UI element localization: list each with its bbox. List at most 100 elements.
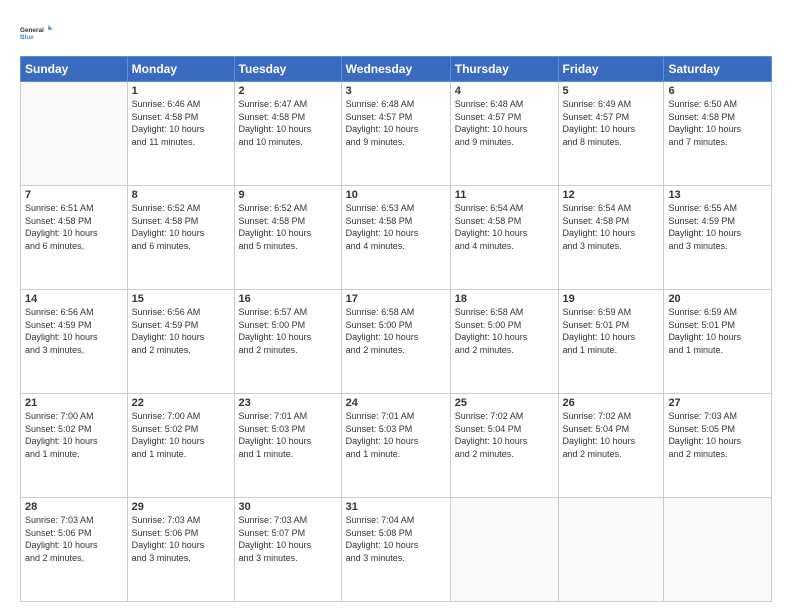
calendar-cell — [21, 82, 128, 186]
day-number: 3 — [346, 85, 446, 97]
day-number: 13 — [668, 189, 767, 201]
calendar-cell: 11Sunrise: 6:54 AM Sunset: 4:58 PM Dayli… — [450, 186, 558, 290]
day-info: Sunrise: 6:56 AM Sunset: 4:59 PM Dayligh… — [25, 306, 123, 356]
day-number: 5 — [563, 85, 660, 97]
day-number: 2 — [239, 85, 337, 97]
day-number: 26 — [563, 397, 660, 409]
calendar-cell: 8Sunrise: 6:52 AM Sunset: 4:58 PM Daylig… — [127, 186, 234, 290]
week-row-1: 7Sunrise: 6:51 AM Sunset: 4:58 PM Daylig… — [21, 186, 772, 290]
weekday-header-sunday: Sunday — [21, 57, 128, 82]
day-info: Sunrise: 6:59 AM Sunset: 5:01 PM Dayligh… — [563, 306, 660, 356]
calendar-cell: 28Sunrise: 7:03 AM Sunset: 5:06 PM Dayli… — [21, 498, 128, 602]
calendar-cell: 26Sunrise: 7:02 AM Sunset: 5:04 PM Dayli… — [558, 394, 664, 498]
day-number: 31 — [346, 501, 446, 513]
calendar-cell: 5Sunrise: 6:49 AM Sunset: 4:57 PM Daylig… — [558, 82, 664, 186]
day-info: Sunrise: 6:55 AM Sunset: 4:59 PM Dayligh… — [668, 202, 767, 252]
calendar-cell: 14Sunrise: 6:56 AM Sunset: 4:59 PM Dayli… — [21, 290, 128, 394]
day-info: Sunrise: 7:03 AM Sunset: 5:07 PM Dayligh… — [239, 514, 337, 564]
calendar-table: SundayMondayTuesdayWednesdayThursdayFrid… — [20, 56, 772, 602]
weekday-header-tuesday: Tuesday — [234, 57, 341, 82]
calendar-cell: 29Sunrise: 7:03 AM Sunset: 5:06 PM Dayli… — [127, 498, 234, 602]
day-info: Sunrise: 7:04 AM Sunset: 5:08 PM Dayligh… — [346, 514, 446, 564]
day-info: Sunrise: 6:54 AM Sunset: 4:58 PM Dayligh… — [455, 202, 554, 252]
calendar-cell — [558, 498, 664, 602]
week-row-0: 1Sunrise: 6:46 AM Sunset: 4:58 PM Daylig… — [21, 82, 772, 186]
day-info: Sunrise: 6:48 AM Sunset: 4:57 PM Dayligh… — [455, 98, 554, 148]
day-info: Sunrise: 6:56 AM Sunset: 4:59 PM Dayligh… — [132, 306, 230, 356]
week-row-3: 21Sunrise: 7:00 AM Sunset: 5:02 PM Dayli… — [21, 394, 772, 498]
day-info: Sunrise: 7:01 AM Sunset: 5:03 PM Dayligh… — [239, 410, 337, 460]
calendar-cell: 15Sunrise: 6:56 AM Sunset: 4:59 PM Dayli… — [127, 290, 234, 394]
logo-icon: General Blue — [20, 18, 52, 48]
day-number: 1 — [132, 85, 230, 97]
day-info: Sunrise: 6:51 AM Sunset: 4:58 PM Dayligh… — [25, 202, 123, 252]
day-number: 9 — [239, 189, 337, 201]
day-number: 30 — [239, 501, 337, 513]
calendar-cell — [664, 498, 772, 602]
weekday-header-row: SundayMondayTuesdayWednesdayThursdayFrid… — [21, 57, 772, 82]
day-info: Sunrise: 6:48 AM Sunset: 4:57 PM Dayligh… — [346, 98, 446, 148]
day-info: Sunrise: 7:00 AM Sunset: 5:02 PM Dayligh… — [132, 410, 230, 460]
day-info: Sunrise: 6:58 AM Sunset: 5:00 PM Dayligh… — [455, 306, 554, 356]
week-row-4: 28Sunrise: 7:03 AM Sunset: 5:06 PM Dayli… — [21, 498, 772, 602]
calendar-cell: 31Sunrise: 7:04 AM Sunset: 5:08 PM Dayli… — [341, 498, 450, 602]
day-info: Sunrise: 7:03 AM Sunset: 5:06 PM Dayligh… — [132, 514, 230, 564]
calendar-cell: 22Sunrise: 7:00 AM Sunset: 5:02 PM Dayli… — [127, 394, 234, 498]
day-info: Sunrise: 7:03 AM Sunset: 5:06 PM Dayligh… — [25, 514, 123, 564]
calendar-cell: 17Sunrise: 6:58 AM Sunset: 5:00 PM Dayli… — [341, 290, 450, 394]
calendar-cell: 23Sunrise: 7:01 AM Sunset: 5:03 PM Dayli… — [234, 394, 341, 498]
day-number: 29 — [132, 501, 230, 513]
day-number: 23 — [239, 397, 337, 409]
day-number: 25 — [455, 397, 554, 409]
calendar-cell: 21Sunrise: 7:00 AM Sunset: 5:02 PM Dayli… — [21, 394, 128, 498]
day-number: 14 — [25, 293, 123, 305]
day-info: Sunrise: 6:49 AM Sunset: 4:57 PM Dayligh… — [563, 98, 660, 148]
calendar-cell — [450, 498, 558, 602]
day-number: 10 — [346, 189, 446, 201]
day-info: Sunrise: 6:52 AM Sunset: 4:58 PM Dayligh… — [132, 202, 230, 252]
day-number: 21 — [25, 397, 123, 409]
day-number: 6 — [668, 85, 767, 97]
calendar-cell: 30Sunrise: 7:03 AM Sunset: 5:07 PM Dayli… — [234, 498, 341, 602]
day-number: 24 — [346, 397, 446, 409]
svg-text:Blue: Blue — [20, 34, 34, 41]
day-info: Sunrise: 6:53 AM Sunset: 4:58 PM Dayligh… — [346, 202, 446, 252]
day-info: Sunrise: 7:02 AM Sunset: 5:04 PM Dayligh… — [455, 410, 554, 460]
day-info: Sunrise: 7:03 AM Sunset: 5:05 PM Dayligh… — [668, 410, 767, 460]
day-number: 11 — [455, 189, 554, 201]
calendar-cell: 27Sunrise: 7:03 AM Sunset: 5:05 PM Dayli… — [664, 394, 772, 498]
day-info: Sunrise: 7:00 AM Sunset: 5:02 PM Dayligh… — [25, 410, 123, 460]
day-info: Sunrise: 6:52 AM Sunset: 4:58 PM Dayligh… — [239, 202, 337, 252]
calendar-cell: 24Sunrise: 7:01 AM Sunset: 5:03 PM Dayli… — [341, 394, 450, 498]
day-number: 12 — [563, 189, 660, 201]
calendar-cell: 2Sunrise: 6:47 AM Sunset: 4:58 PM Daylig… — [234, 82, 341, 186]
day-info: Sunrise: 6:54 AM Sunset: 4:58 PM Dayligh… — [563, 202, 660, 252]
day-number: 19 — [563, 293, 660, 305]
day-number: 28 — [25, 501, 123, 513]
week-row-2: 14Sunrise: 6:56 AM Sunset: 4:59 PM Dayli… — [21, 290, 772, 394]
day-info: Sunrise: 6:57 AM Sunset: 5:00 PM Dayligh… — [239, 306, 337, 356]
calendar-cell: 16Sunrise: 6:57 AM Sunset: 5:00 PM Dayli… — [234, 290, 341, 394]
logo: General Blue — [20, 18, 52, 48]
weekday-header-friday: Friday — [558, 57, 664, 82]
calendar-cell: 13Sunrise: 6:55 AM Sunset: 4:59 PM Dayli… — [664, 186, 772, 290]
calendar-cell: 1Sunrise: 6:46 AM Sunset: 4:58 PM Daylig… — [127, 82, 234, 186]
day-number: 27 — [668, 397, 767, 409]
calendar-cell: 6Sunrise: 6:50 AM Sunset: 4:58 PM Daylig… — [664, 82, 772, 186]
calendar-cell: 19Sunrise: 6:59 AM Sunset: 5:01 PM Dayli… — [558, 290, 664, 394]
calendar-cell: 25Sunrise: 7:02 AM Sunset: 5:04 PM Dayli… — [450, 394, 558, 498]
calendar-cell: 18Sunrise: 6:58 AM Sunset: 5:00 PM Dayli… — [450, 290, 558, 394]
day-info: Sunrise: 6:46 AM Sunset: 4:58 PM Dayligh… — [132, 98, 230, 148]
day-info: Sunrise: 7:02 AM Sunset: 5:04 PM Dayligh… — [563, 410, 660, 460]
day-info: Sunrise: 6:50 AM Sunset: 4:58 PM Dayligh… — [668, 98, 767, 148]
day-number: 20 — [668, 293, 767, 305]
calendar-cell: 3Sunrise: 6:48 AM Sunset: 4:57 PM Daylig… — [341, 82, 450, 186]
day-number: 4 — [455, 85, 554, 97]
day-info: Sunrise: 6:59 AM Sunset: 5:01 PM Dayligh… — [668, 306, 767, 356]
day-number: 22 — [132, 397, 230, 409]
calendar-cell: 4Sunrise: 6:48 AM Sunset: 4:57 PM Daylig… — [450, 82, 558, 186]
calendar-cell: 10Sunrise: 6:53 AM Sunset: 4:58 PM Dayli… — [341, 186, 450, 290]
day-number: 7 — [25, 189, 123, 201]
weekday-header-saturday: Saturday — [664, 57, 772, 82]
weekday-header-monday: Monday — [127, 57, 234, 82]
